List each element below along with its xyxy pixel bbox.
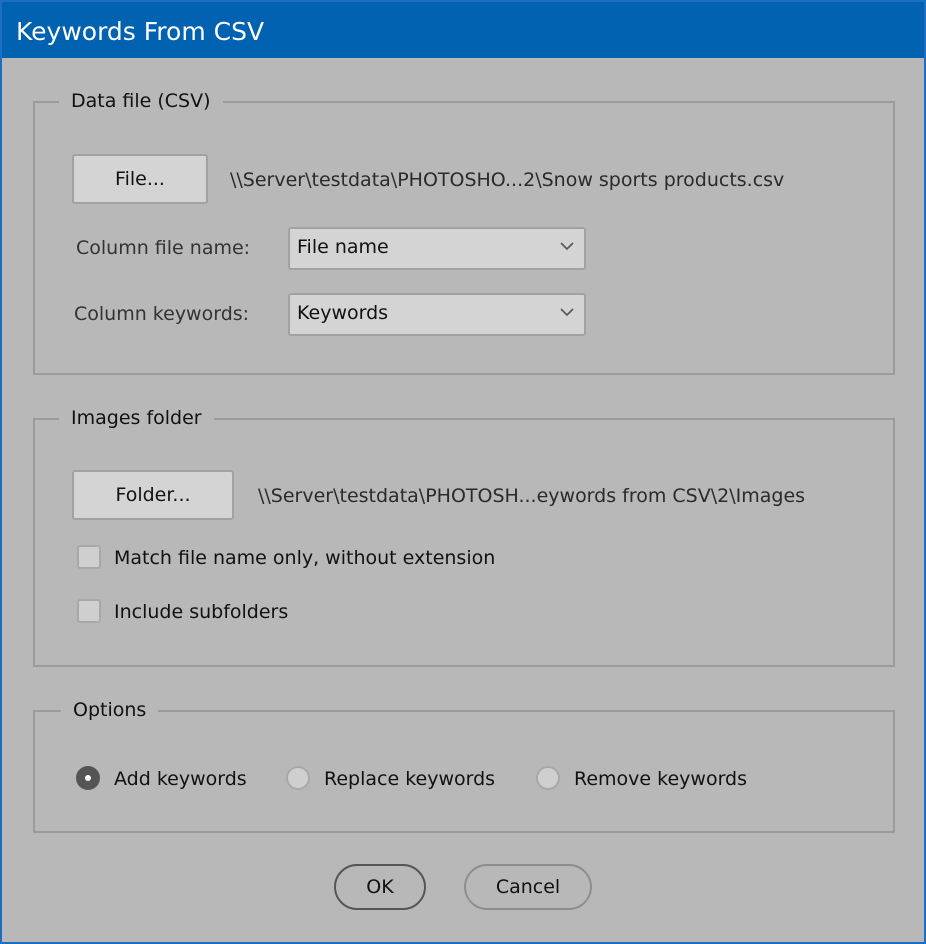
images-folder-group: Images folder (33, 402, 895, 667)
options-legend: Options (61, 694, 159, 726)
column-file-name-select[interactable]: File name (288, 227, 586, 270)
column-file-name-label: Column file name: (76, 237, 251, 259)
folder-path: \\Server\testdata\PHOTOSH...eywords from… (258, 485, 806, 507)
column-file-name-value: File name (297, 236, 389, 258)
column-keywords-value: Keywords (297, 302, 389, 324)
add-keywords-radio[interactable] (76, 766, 100, 790)
chevron-down-icon (560, 308, 574, 317)
column-keywords-select[interactable]: Keywords (288, 293, 586, 336)
match-file-name-label[interactable]: Match file name only, without extension (114, 547, 495, 569)
cancel-button[interactable]: Cancel (464, 864, 592, 910)
file-path: \\Server\testdata\PHOTOSHO...2\Snow spor… (230, 169, 785, 191)
remove-keywords-label[interactable]: Remove keywords (574, 768, 747, 790)
images-folder-legend: Images folder (59, 402, 214, 434)
window-title: Keywords From CSV (16, 17, 265, 46)
chevron-down-icon (560, 242, 574, 251)
include-subfolders-checkbox[interactable] (77, 599, 101, 623)
include-subfolders-label[interactable]: Include subfolders (114, 601, 288, 623)
match-file-name-checkbox[interactable] (77, 545, 101, 569)
replace-keywords-label[interactable]: Replace keywords (324, 768, 495, 790)
file-button[interactable]: File... (72, 154, 208, 204)
add-keywords-label[interactable]: Add keywords (114, 768, 247, 790)
remove-keywords-radio[interactable] (536, 766, 560, 790)
dialog-window: Keywords From CSV Data file (CSV) File..… (0, 0, 926, 944)
data-file-legend: Data file (CSV) (59, 85, 223, 117)
column-keywords-label: Column keywords: (74, 303, 250, 325)
ok-button[interactable]: OK (334, 864, 426, 910)
replace-keywords-radio[interactable] (286, 766, 310, 790)
title-bar: Keywords From CSV (2, 2, 924, 58)
folder-button[interactable]: Folder... (72, 470, 234, 520)
